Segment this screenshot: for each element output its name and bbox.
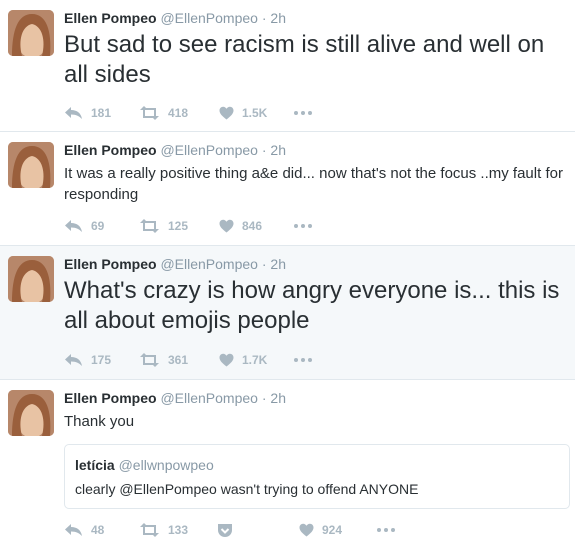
tweet-actions: 181 418 1.5K	[64, 103, 320, 123]
more-button[interactable]	[294, 224, 320, 228]
quoted-text: clearly @EllenPompeo wasn't trying to of…	[75, 481, 419, 497]
tweet-text: Thank you	[64, 413, 135, 430]
retweet-button[interactable]: 418	[139, 106, 219, 120]
tweet-header: Ellen Pompeo @EllenPompeo · 2h	[64, 256, 286, 272]
like-count: 924	[322, 523, 343, 537]
tweet-text: It was a really positive thing a&e did..…	[64, 165, 563, 203]
reply-count: 69	[91, 219, 105, 233]
reply-icon	[65, 107, 82, 119]
reply-button[interactable]: 48	[64, 523, 139, 537]
avatar[interactable]	[8, 256, 54, 302]
pocket-icon	[218, 523, 232, 537]
reply-button[interactable]: 175	[64, 353, 139, 367]
quoted-author: letícia @ellwnpowpeo	[75, 457, 214, 473]
avatar[interactable]	[8, 142, 54, 188]
retweet-icon	[140, 106, 159, 120]
pocket-button[interactable]	[217, 523, 299, 538]
retweet-icon	[140, 219, 159, 233]
more-icon	[294, 224, 312, 228]
tweet-header: Ellen Pompeo @EllenPompeo · 2h	[64, 390, 286, 406]
tweet[interactable]: Ellen Pompeo @EllenPompeo · 2h What's cr…	[0, 246, 575, 380]
retweet-icon	[140, 523, 159, 537]
author-name[interactable]: Ellen Pompeo	[64, 390, 157, 406]
reply-button[interactable]: 181	[64, 106, 139, 120]
more-button[interactable]	[294, 358, 320, 362]
reply-icon	[65, 354, 82, 366]
more-button[interactable]	[294, 111, 320, 115]
like-button[interactable]: 1.7K	[219, 353, 294, 367]
tweet-actions: 69 125 846	[64, 216, 320, 236]
tweet-header: Ellen Pompeo @EllenPompeo · 2h	[64, 142, 286, 158]
heart-icon	[219, 106, 234, 120]
tweet-time[interactable]: · 2h	[262, 10, 286, 26]
like-count: 1.7K	[242, 353, 268, 367]
author-name[interactable]: Ellen Pompeo	[64, 256, 157, 272]
like-button[interactable]: 846	[219, 219, 294, 233]
reply-count: 48	[91, 523, 105, 537]
author-handle[interactable]: @EllenPompeo	[160, 142, 258, 158]
tweet-time[interactable]: · 2h	[262, 142, 286, 158]
tweet-text: But sad to see racism is still alive and…	[64, 31, 545, 88]
tweet[interactable]: Ellen Pompeo @EllenPompeo · 2h It was a …	[0, 132, 575, 246]
like-button[interactable]: 924	[299, 523, 377, 537]
quoted-author-handle[interactable]: @ellwnpowpeo	[119, 457, 214, 473]
more-icon	[377, 528, 395, 532]
retweet-count: 125	[168, 219, 189, 233]
retweet-button[interactable]: 361	[139, 353, 219, 367]
heart-icon	[219, 353, 234, 367]
like-count: 846	[242, 219, 263, 233]
tweet-header: Ellen Pompeo @EllenPompeo · 2h	[64, 10, 286, 26]
tweet[interactable]: Ellen Pompeo @EllenPompeo · 2h But sad t…	[0, 0, 575, 132]
like-button[interactable]: 1.5K	[219, 106, 294, 120]
author-handle[interactable]: @EllenPompeo	[160, 10, 258, 26]
tweet-text: What's crazy is how angry everyone is...…	[64, 277, 560, 334]
avatar[interactable]	[8, 390, 54, 436]
reply-icon	[65, 220, 82, 232]
retweet-button[interactable]: 125	[139, 219, 219, 233]
tweet-time[interactable]: · 2h	[262, 390, 286, 406]
author-name[interactable]: Ellen Pompeo	[64, 142, 157, 158]
tweet-time[interactable]: · 2h	[262, 256, 286, 272]
heart-icon	[299, 523, 314, 537]
retweet-count: 133	[168, 523, 189, 537]
reply-count: 181	[91, 106, 112, 120]
tweet-actions: 175 361 1.7K	[64, 350, 320, 370]
quoted-tweet[interactable]: letícia @ellwnpowpeo clearly @EllenPompe…	[64, 444, 570, 509]
more-icon	[294, 111, 312, 115]
retweet-count: 361	[168, 353, 189, 367]
tweet-actions: 48 133 924	[64, 520, 403, 540]
like-count: 1.5K	[242, 106, 268, 120]
tweet-feed: Ellen Pompeo @EllenPompeo · 2h But sad t…	[0, 0, 575, 548]
heart-icon	[219, 219, 234, 233]
author-handle[interactable]: @EllenPompeo	[160, 256, 258, 272]
retweet-count: 418	[168, 106, 189, 120]
author-name[interactable]: Ellen Pompeo	[64, 10, 157, 26]
reply-icon	[65, 524, 82, 536]
retweet-icon	[140, 353, 159, 367]
author-handle[interactable]: @EllenPompeo	[160, 390, 258, 406]
retweet-button[interactable]: 133	[139, 523, 217, 537]
reply-count: 175	[91, 353, 112, 367]
avatar[interactable]	[8, 10, 54, 56]
more-icon	[294, 358, 312, 362]
reply-button[interactable]: 69	[64, 219, 139, 233]
more-button[interactable]	[377, 528, 403, 532]
quoted-author-name[interactable]: letícia	[75, 457, 115, 473]
